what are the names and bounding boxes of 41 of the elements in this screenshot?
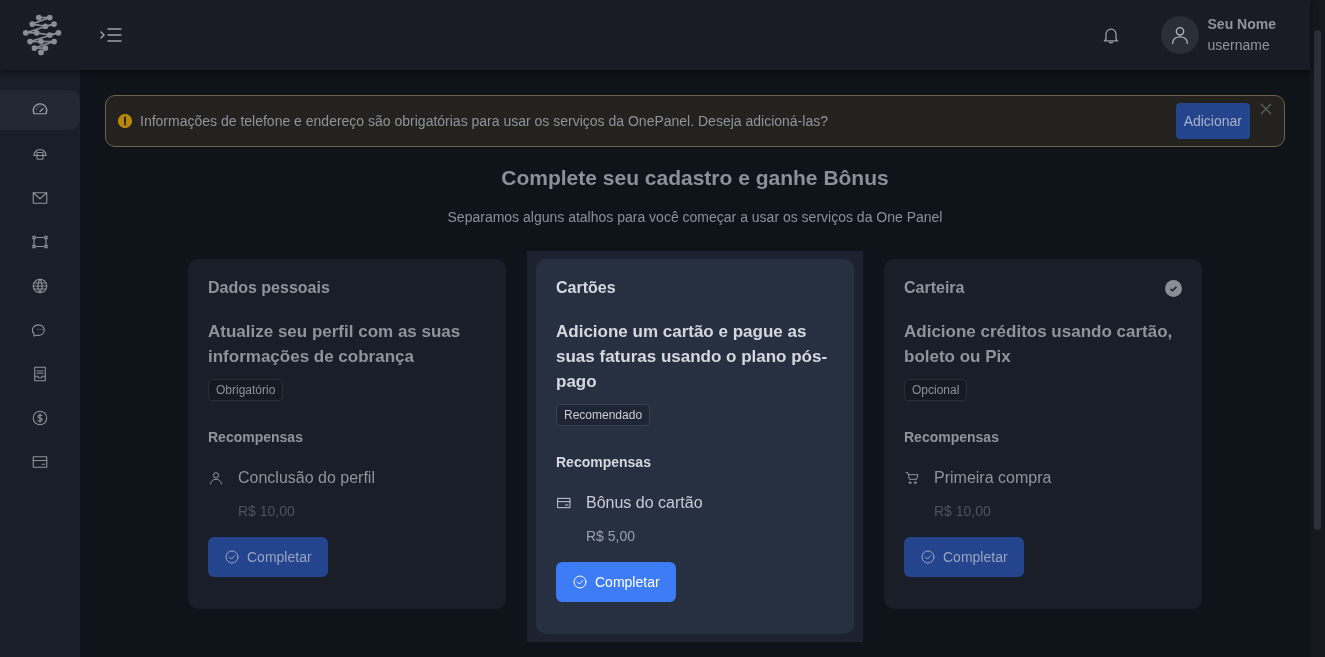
card-title: Dados pessoais (208, 279, 330, 297)
rewards-label: Recompensas (556, 454, 652, 470)
card-icon (556, 495, 572, 511)
card-description: Atualize seu perfil com as suas informações de cobrança (208, 321, 462, 368)
check-circle-icon (572, 574, 588, 590)
complete-button[interactable]: Completar (904, 537, 1024, 577)
card-description: Adicione créditos usando cartão, boleto ou Pix (904, 321, 1174, 368)
cart-icon (904, 470, 920, 486)
avatar[interactable] (1160, 16, 1199, 54)
dollar-icon (31, 409, 49, 427)
warning-icon (118, 114, 132, 128)
rewards-label: Recompensas (904, 429, 1000, 445)
add-button[interactable]: Adicionar (1175, 103, 1250, 139)
complete-button[interactable]: Completar (556, 562, 676, 602)
reward-name: Bônus do cartão (586, 494, 703, 512)
page-title: Complete seu cadastro e ganhe Bônus (501, 166, 889, 190)
receipt-icon (31, 365, 49, 383)
card-title: Cartões (556, 279, 616, 297)
scrollbar[interactable] (1310, 0, 1325, 657)
check-circle-icon (224, 549, 240, 565)
card-icon (31, 453, 49, 471)
check-circle-icon (920, 549, 936, 565)
sidebar-item[interactable] (0, 90, 80, 130)
user-icon (208, 470, 224, 486)
reward-amount: R$ 5,00 (586, 528, 637, 544)
frame-icon (31, 233, 49, 251)
reward-name: Primeira compra (934, 469, 1052, 487)
complete-button[interactable]: Completar (208, 537, 328, 577)
card-title: Carteira (904, 279, 965, 297)
mail-icon (31, 189, 49, 207)
card-description: Adicione um cartão e pague as suas faturas usando o plano pós-pago (556, 321, 829, 393)
user-name: Seu Nome (1207, 15, 1276, 34)
tag: Obrigatório (208, 379, 284, 401)
globe-icon (31, 277, 49, 295)
username: username (1207, 36, 1271, 55)
page-subtitle: Separamos alguns atalhos para você começar a usar os serviços da One Panel (447, 209, 943, 225)
tag: Recomendado (556, 404, 651, 426)
alert-message: Informações de telefone e endereço são obrigatórias para usar os serviços da OnePanel. Deseja adicioná-las? (140, 113, 829, 129)
rewards-label: Recompensas (208, 429, 304, 445)
tag: Opcional (904, 379, 968, 401)
reward-name: Conclusão do perfil (238, 469, 375, 487)
